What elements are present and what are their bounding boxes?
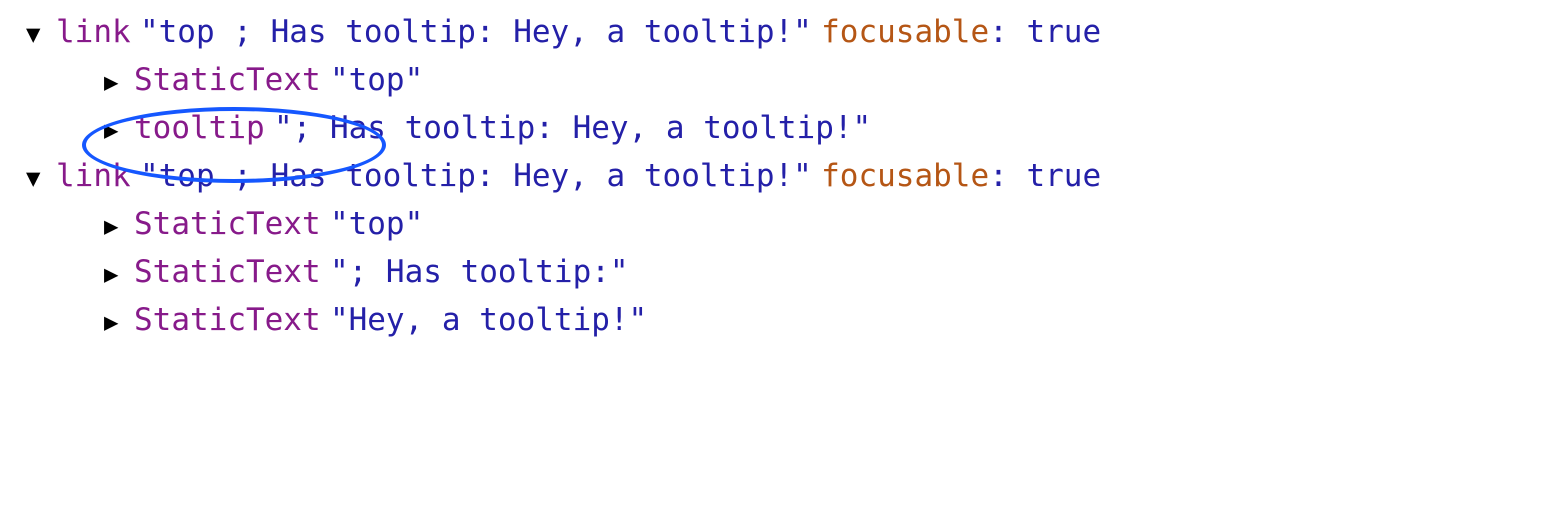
tree-row-link-2[interactable]: link "top ; Has tooltip: Hey, a tooltip!… bbox=[20, 152, 1534, 200]
disclosure-triangle-right-icon[interactable] bbox=[104, 118, 130, 142]
tree-row-statictext[interactable]: StaticText "top" bbox=[20, 56, 1534, 104]
accessible-name: "Hey, a tooltip!" bbox=[330, 296, 647, 344]
accessible-name: "top ; Has tooltip: Hey, a tooltip!" bbox=[140, 152, 812, 200]
accessible-name: "; Has tooltip: Hey, a tooltip!" bbox=[274, 104, 871, 152]
disclosure-triangle-down-icon[interactable] bbox=[26, 166, 52, 190]
role-label: link bbox=[56, 152, 131, 200]
tree-row-statictext[interactable]: StaticText "; Has tooltip:" bbox=[20, 248, 1534, 296]
accessible-name: "top ; Has tooltip: Hey, a tooltip!" bbox=[140, 8, 812, 56]
role-label: link bbox=[56, 8, 131, 56]
tree-row-statictext[interactable]: StaticText "top" bbox=[20, 200, 1534, 248]
tree-row-link-1[interactable]: link "top ; Has tooltip: Hey, a tooltip!… bbox=[20, 8, 1534, 56]
accessibility-tree: link "top ; Has tooltip: Hey, a tooltip!… bbox=[20, 8, 1534, 344]
disclosure-triangle-right-icon[interactable] bbox=[104, 310, 130, 334]
accessible-name: "top" bbox=[330, 56, 423, 104]
attribute-value: : true bbox=[989, 8, 1101, 56]
disclosure-triangle-right-icon[interactable] bbox=[104, 214, 130, 238]
role-label: StaticText bbox=[134, 56, 321, 104]
attribute-value: : true bbox=[989, 152, 1101, 200]
attribute-key: focusable bbox=[821, 8, 989, 56]
disclosure-triangle-right-icon[interactable] bbox=[104, 262, 130, 286]
accessible-name: "; Has tooltip:" bbox=[330, 248, 629, 296]
tree-row-tooltip[interactable]: tooltip "; Has tooltip: Hey, a tooltip!" bbox=[20, 104, 1534, 152]
role-label: StaticText bbox=[134, 248, 321, 296]
role-label: StaticText bbox=[134, 296, 321, 344]
accessible-name: "top" bbox=[330, 200, 423, 248]
role-label: StaticText bbox=[134, 200, 321, 248]
tree-row-statictext[interactable]: StaticText "Hey, a tooltip!" bbox=[20, 296, 1534, 344]
disclosure-triangle-down-icon[interactable] bbox=[26, 22, 52, 46]
attribute-key: focusable bbox=[821, 152, 989, 200]
role-label: tooltip bbox=[134, 104, 265, 152]
disclosure-triangle-right-icon[interactable] bbox=[104, 70, 130, 94]
